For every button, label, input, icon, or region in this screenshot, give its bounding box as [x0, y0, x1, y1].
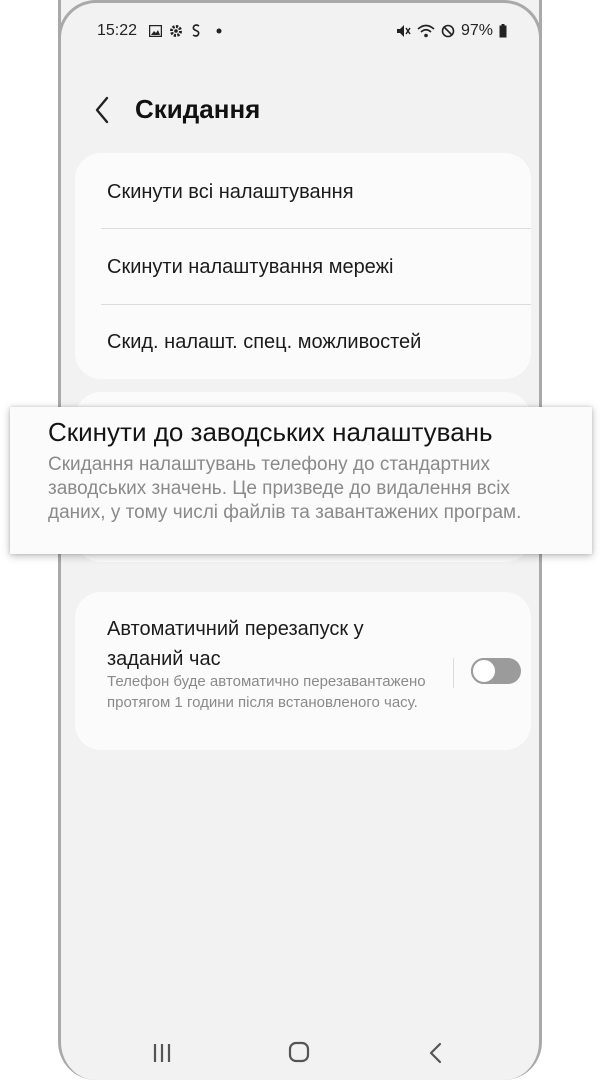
- auto-restart-title: Автоматичний перезапуск у заданий час: [107, 618, 364, 670]
- app-header: Скидання: [61, 80, 539, 140]
- status-time: 15:22: [97, 22, 138, 39]
- image-icon: [149, 25, 162, 37]
- factory-reset-description: Скидання налаштувань телефону до стандар…: [48, 454, 522, 523]
- status-bar: 15:22 97%: [61, 18, 539, 46]
- battery-icon: [499, 24, 507, 38]
- block-icon: [441, 24, 455, 38]
- reset-accessibility-settings-item[interactable]: Скид. налашт. спец. можливостей: [91, 305, 515, 379]
- wifi-icon: [417, 24, 435, 38]
- s-icon: [192, 24, 200, 37]
- auto-restart-description: Телефон буде автоматично перезавантажено…: [107, 673, 426, 711]
- battery-percent: 97%: [460, 22, 493, 39]
- reset-network-settings-item[interactable]: Скинути налаштування мережі: [91, 230, 515, 304]
- reset-network-settings-label: Скинути налаштування мережі: [107, 255, 394, 278]
- dot-icon: [216, 28, 222, 34]
- reset-accessibility-settings-label: Скид. налашт. спец. можливостей: [107, 330, 422, 353]
- gear-icon: [170, 25, 182, 37]
- toggle-knob: [471, 658, 497, 684]
- auto-restart-toggle[interactable]: [471, 658, 521, 684]
- recents-icon[interactable]: [147, 1040, 177, 1066]
- mute-icon: [396, 25, 411, 37]
- divider: [101, 228, 531, 229]
- auto-restart-card[interactable]: Автоматичний перезапуск у заданий час Те…: [75, 592, 531, 750]
- vertical-divider: [453, 658, 454, 688]
- factory-reset-title: Скинути до заводських налаштувань: [48, 417, 493, 447]
- status-right: 97%: [396, 22, 507, 40]
- reset-all-settings-label: Скинути всі налаштування: [107, 180, 354, 203]
- back-nav-icon[interactable]: [421, 1040, 451, 1066]
- home-icon[interactable]: [284, 1040, 314, 1066]
- reset-options-card: Скинути всі налаштування Скинути налашту…: [75, 153, 531, 379]
- navigation-bar: [61, 1030, 539, 1080]
- reset-all-settings-item[interactable]: Скинути всі налаштування: [91, 155, 515, 229]
- page-title: Скидання: [135, 94, 261, 124]
- factory-reset-item[interactable]: Скинути до заводських налаштувань Скидан…: [10, 407, 592, 554]
- back-arrow-icon[interactable]: [91, 94, 115, 126]
